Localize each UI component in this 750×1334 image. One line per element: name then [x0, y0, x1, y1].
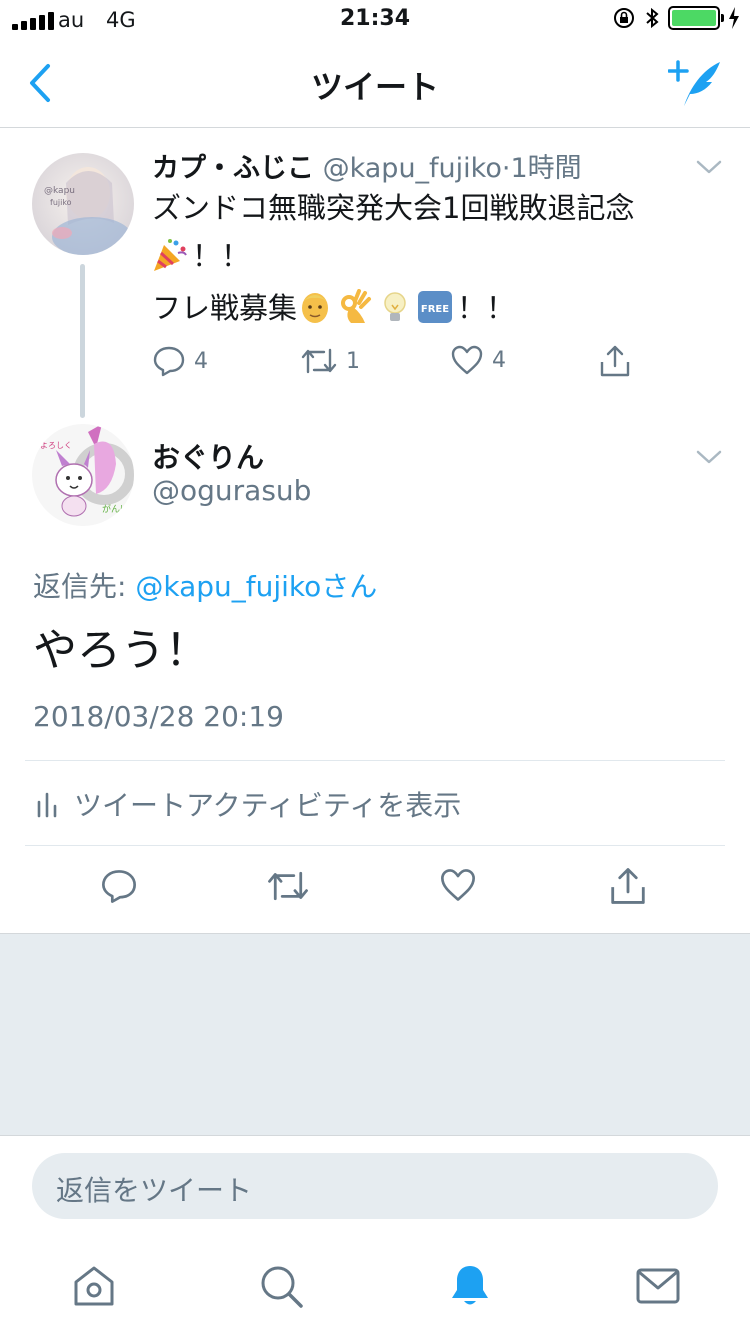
tweet-detail-action-row: [0, 866, 750, 914]
battery-icon: [668, 6, 724, 30]
tweet-activity-link[interactable]: ツイートアクティビティを表示: [36, 784, 461, 824]
tweet-action-row: 4 1 4: [150, 344, 650, 384]
light-bulb-icon: [384, 292, 406, 321]
chevron-down-icon[interactable]: [696, 159, 722, 175]
home-icon[interactable]: [70, 1262, 118, 1310]
heart-icon[interactable]: [439, 866, 477, 904]
tweet-timestamp: 2018/03/28 20:19: [33, 700, 284, 733]
heart-icon: [451, 345, 483, 375]
avatar-kapu-fujiko[interactable]: @kapu fujiko: [32, 153, 134, 255]
svg-text:fujiko: fujiko: [50, 198, 72, 207]
like-button[interactable]: 4: [450, 344, 506, 376]
tweet-text-segment: ！！: [457, 291, 516, 325]
tweet-text: やろう！: [33, 625, 209, 676]
retweet-count: 1: [346, 348, 360, 374]
status-indicators: [612, 6, 740, 30]
tweet-activity-label: ツイートアクティビティを表示: [74, 789, 462, 822]
svg-text:FREE: FREE: [421, 304, 449, 315]
reply-icon[interactable]: [100, 866, 138, 906]
reply-to-label: 返信先:: [33, 570, 136, 603]
reply-button[interactable]: 4: [152, 344, 208, 378]
status-bar: au 4G 21:34: [0, 0, 750, 40]
reply-count: 4: [194, 348, 208, 374]
rotation-lock-icon: [614, 8, 634, 28]
tweet-text-exclaim: ！！: [192, 239, 251, 273]
man-face-icon: [302, 293, 329, 323]
share-icon[interactable]: [608, 866, 648, 906]
author-name[interactable]: おぐりん: [152, 436, 264, 476]
author-name[interactable]: カプ・ふじこ: [152, 153, 314, 184]
divider: [25, 760, 725, 761]
share-icon: [600, 345, 630, 377]
notifications-icon[interactable]: [446, 1262, 494, 1310]
page-title: ツイート: [310, 68, 439, 106]
tweet-text-segment: フレ戦募集: [152, 291, 298, 325]
messages-icon[interactable]: [634, 1262, 682, 1310]
svg-text:よろしく: よろしく: [40, 441, 72, 450]
tweet-header: カプ・ふじこ @kapu_fujiko·1時間: [152, 146, 582, 185]
bluetooth-icon: [646, 7, 659, 29]
ok-hand-icon: [341, 289, 372, 323]
divider: [25, 845, 725, 846]
reply-to-line: 返信先: @kapu_fujikoさん: [33, 565, 377, 605]
empty-replies-area: [0, 933, 750, 1136]
retweet-icon[interactable]: [266, 866, 310, 906]
tweet-text-line: フレ戦募集 FREE ！！: [152, 284, 692, 332]
reply-to-mention[interactable]: @kapu_fujikoさん: [135, 570, 377, 603]
tweet-text: ズンドコ無職突発大会1回戦敗退記念 ！！ フレ戦募集 FREE ！！: [152, 184, 692, 332]
author-handle[interactable]: @kapu_fujiko: [323, 153, 502, 184]
reply-input[interactable]: 返信をツイート: [32, 1153, 718, 1219]
retweet-button[interactable]: 1: [300, 344, 360, 378]
search-icon[interactable]: [257, 1262, 305, 1310]
charging-icon: [729, 7, 739, 29]
tweet-time: 1時間: [510, 153, 582, 184]
tweet-text-line: ！！: [152, 232, 692, 280]
like-count: 4: [492, 347, 506, 373]
author-handle[interactable]: @ogurasub: [152, 474, 311, 507]
compose-tweet-icon[interactable]: [668, 58, 724, 110]
tab-bar: [0, 1240, 750, 1334]
svg-text:がんば: がんば: [102, 503, 129, 515]
tweet-text-line: ズンドコ無職突発大会1回戦敗退記念: [152, 191, 635, 225]
thread-connector: [80, 264, 85, 418]
chevron-down-icon[interactable]: [696, 449, 722, 465]
reply-icon: [153, 346, 185, 377]
retweet-icon: [301, 348, 337, 374]
free-button-icon: FREE: [418, 291, 453, 323]
party-popper-icon: [154, 239, 187, 271]
share-button[interactable]: [598, 344, 632, 378]
svg-text:@kapu: @kapu: [44, 186, 75, 196]
navigation-bar: ツイート: [0, 40, 750, 128]
avatar-ogurasub[interactable]: よろしく がんば: [32, 424, 134, 526]
bar-chart-icon: [37, 792, 57, 818]
